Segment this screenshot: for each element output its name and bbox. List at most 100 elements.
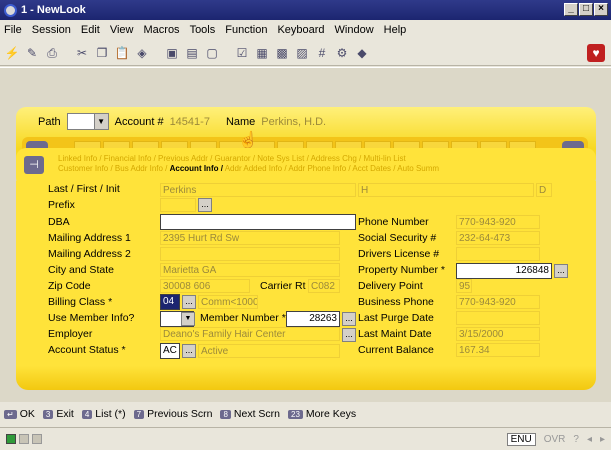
prefix-label: Prefix (48, 199, 75, 211)
eraser-icon[interactable]: ◈ (134, 45, 150, 61)
ssn-field[interactable]: 232-64-473 (456, 231, 540, 245)
current-balance-label: Current Balance (358, 344, 434, 356)
city-state-field[interactable]: Marietta GA (160, 263, 340, 277)
property-lookup-button[interactable]: ... (554, 264, 568, 278)
copy-icon[interactable]: ❐ (94, 45, 110, 61)
menu-macros[interactable]: Macros (144, 24, 180, 36)
maximize-button[interactable]: □ (579, 3, 593, 16)
menu-file[interactable]: File (4, 24, 22, 36)
tab-more[interactable]: Addr Added Info / Addr Phone Info / Acct… (223, 164, 439, 173)
zip-label: Zip Code (48, 280, 91, 292)
billing-class-label: Billing Class * (48, 296, 113, 308)
fkey-more-label: More Keys (305, 408, 357, 420)
account-label: Account # (114, 115, 164, 128)
print-icon[interactable]: ⎙ (44, 45, 60, 61)
mailing1-label: Mailing Address 1 (48, 232, 131, 244)
name-label: Name (225, 115, 256, 128)
zip-field[interactable]: 30008 606 (160, 279, 250, 293)
phone-field[interactable]: 770-943-920 (456, 215, 540, 229)
menu-view[interactable]: View (110, 24, 134, 36)
fkey-more-keys[interactable]: 23 More Keys (288, 408, 356, 420)
carrier-field[interactable]: C082 (308, 279, 340, 293)
brand-icon[interactable]: ♥ (587, 44, 605, 62)
macro-icon[interactable]: ▩ (274, 45, 290, 61)
function-key-bar: ↵ OK 3 Exit 4 List (*) 7 Previous Scrn 8 Next… (0, 403, 611, 425)
drivers-license-field[interactable] (456, 247, 540, 261)
close-button[interactable]: × (594, 3, 608, 16)
paste-icon[interactable]: 📋 (114, 45, 130, 61)
path-label: Path (38, 115, 61, 128)
member-lookup-button[interactable]: ... (342, 312, 356, 326)
dba-input[interactable] (160, 214, 356, 230)
ssn-label: Social Security # (358, 232, 437, 244)
chevron-down-icon[interactable]: ▼ (93, 114, 108, 129)
billing-lookup-button[interactable]: ... (182, 295, 196, 309)
arrow-left-icon[interactable]: ◂ (587, 434, 592, 445)
last-maint-label: Last Maint Date (358, 328, 432, 340)
account-status-input[interactable]: AC (160, 343, 180, 359)
prefix-field[interactable] (160, 198, 196, 212)
grid-icon[interactable]: # (314, 45, 330, 61)
fkey-ok[interactable]: ↵ OK (4, 408, 35, 420)
status-lookup-button[interactable]: ... (182, 344, 196, 358)
check-icon[interactable]: ☑ (234, 45, 250, 61)
fkey-list[interactable]: 4 List (*) (81, 408, 126, 420)
help-indicator[interactable]: ? (573, 434, 579, 445)
minimize-button[interactable]: _ (564, 3, 578, 16)
cancel-led-icon (32, 434, 42, 444)
menu-edit[interactable]: Edit (81, 24, 100, 36)
fkey-exit-num: 3 (42, 409, 54, 419)
menu-session[interactable]: Session (32, 24, 71, 36)
employer-lookup-button[interactable]: ... (342, 328, 356, 342)
phone-label: Phone Number (358, 216, 429, 228)
mailing2-field[interactable] (160, 247, 340, 261)
fkey-exit-label: Exit (56, 408, 74, 420)
arrow-right-icon[interactable]: ▸ (600, 434, 605, 445)
status-bar: ENU OVR ? ◂ ▸ (0, 427, 611, 450)
screen-icon[interactable]: ▣ (164, 45, 180, 61)
shield-icon[interactable]: ◆ (354, 45, 370, 61)
menu-window[interactable]: Window (335, 24, 374, 36)
chevron-down-icon[interactable]: ▼ (181, 312, 195, 326)
mailing1-field[interactable]: 2395 Hurt Rd Sw (160, 231, 340, 245)
disconnect-icon[interactable]: ✎ (24, 45, 40, 61)
last-name-field[interactable]: Perkins (160, 183, 356, 197)
business-phone-field[interactable]: 770-943-920 (456, 295, 540, 309)
cut-icon[interactable]: ✂ (74, 45, 90, 61)
menu-keyboard[interactable]: Keyboard (277, 24, 324, 36)
window-icon[interactable]: ▤ (184, 45, 200, 61)
connect-icon[interactable]: ⚡ (4, 45, 20, 61)
enter-icon: ↵ (4, 409, 17, 419)
fkey-previous-scrn[interactable]: 7 Previous Scrn (133, 408, 212, 420)
delivery-point-field[interactable]: 95 (456, 279, 472, 293)
account-status-label: Account Status * (48, 344, 126, 356)
path-select[interactable]: ▼ (66, 113, 109, 130)
overwrite-indicator: OVR (543, 433, 566, 445)
employer-field[interactable]: Deano's Family Hair Center (160, 327, 340, 341)
status-leds (6, 434, 42, 444)
record-icon[interactable]: ▨ (294, 45, 310, 61)
menu-tools[interactable]: Tools (190, 24, 216, 36)
prefix-lookup-button[interactable]: ... (198, 198, 212, 212)
menu-function[interactable]: Function (225, 24, 267, 36)
tabs-row-1[interactable]: Linked Info / Financial Info / Previous … (58, 154, 406, 163)
initial-field[interactable]: D (536, 183, 552, 197)
settings-icon[interactable]: ⚙ (334, 45, 350, 61)
frame-icon[interactable]: ▢ (204, 45, 220, 61)
last-purge-field (456, 311, 540, 325)
first-name-field[interactable]: H (358, 183, 534, 197)
fkey-exit[interactable]: 3 Exit (42, 408, 74, 420)
pin-icon[interactable]: ⊣ (24, 156, 44, 174)
menu-help[interactable]: Help (384, 24, 407, 36)
connection-led-icon (6, 434, 16, 444)
fkey-next-scrn[interactable]: 8 Next Scrn (220, 408, 280, 420)
fkey-next-label: Next Scrn (233, 408, 281, 420)
tab-account-info[interactable]: Account Info / (170, 164, 223, 173)
property-number-input[interactable]: 126848 (456, 263, 552, 279)
tab-customer-info[interactable]: Customer Info / Bus Addr Info / (58, 164, 170, 173)
app-icon (4, 3, 17, 17)
image-icon[interactable]: ▦ (254, 45, 270, 61)
member-number-input[interactable]: 28263 (286, 311, 340, 327)
tabs-row-2: Customer Info / Bus Addr Info / Account … (58, 164, 439, 173)
billing-class-input[interactable]: 04 (160, 294, 180, 310)
